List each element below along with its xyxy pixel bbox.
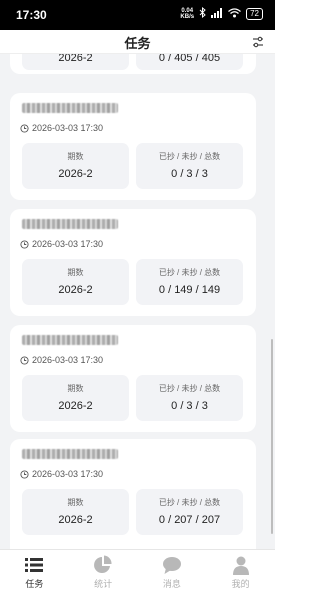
filter-sliders-icon[interactable]	[251, 35, 265, 49]
period-label: 期数	[67, 384, 84, 393]
page-title: 任务	[124, 36, 151, 51]
net-speed-unit: KB/s	[180, 13, 195, 20]
count-label: 已抄 / 未抄 / 总数	[158, 498, 221, 507]
task-card[interactable]: 2026-03-03 17:30 期数 2026-2 已抄 / 未抄 / 总数 …	[10, 439, 256, 549]
signal-icon	[211, 7, 223, 20]
status-bar: 17:30 0.04 KB/s 72	[0, 0, 275, 30]
tab-label: 我的	[231, 579, 250, 589]
card-title-blurred	[22, 449, 118, 459]
card-date-text: 2026-03-03 17:30	[32, 239, 104, 249]
count-label: 已抄 / 未抄 / 总数	[158, 268, 221, 277]
count-box: 已抄 / 未抄 / 总数 0 / 3 / 3	[136, 375, 243, 421]
count-value: 0 / 3 / 3	[171, 168, 208, 180]
period-box: 期数 2026-2	[22, 259, 129, 305]
bluetooth-icon	[199, 6, 206, 20]
count-label: 已抄 / 未抄 / 总数	[158, 384, 221, 393]
task-card[interactable]: 2026-03-03 17:30 期数 2026-2 已抄 / 未抄 / 总数 …	[10, 209, 256, 316]
card-title-blurred	[22, 103, 118, 113]
period-value: 2026-2	[58, 284, 93, 296]
battery-icon: 72	[246, 7, 263, 20]
net-speed-value: 0.04	[181, 7, 194, 14]
count-value: 0 / 405 / 405	[158, 54, 221, 64]
clock-icon	[20, 469, 29, 479]
card-date-text: 2026-03-03 17:30	[32, 123, 104, 133]
task-list[interactable]: 2026-2 0 / 405 / 405 2026-03-03 17:30 期数…	[0, 54, 275, 549]
task-card[interactable]: 2026-03-03 17:30 期数 2026-2 已抄 / 未抄 / 总数 …	[10, 93, 256, 200]
period-label: 期数	[67, 498, 84, 507]
count-box: 已抄 / 未抄 / 总数 0 / 3 / 3	[136, 143, 243, 189]
chat-bubble-icon	[162, 557, 181, 574]
count-box: 0 / 405 / 405	[136, 54, 243, 70]
period-label: 期数	[67, 268, 84, 277]
tab-profile[interactable]: 我的	[206, 550, 275, 595]
card-date: 2026-03-03 17:30	[20, 239, 103, 249]
user-icon	[232, 556, 249, 575]
count-value: 0 / 149 / 149	[158, 284, 221, 296]
net-speed: 0.04 KB/s	[180, 8, 194, 20]
status-icons: 0.04 KB/s 72	[180, 6, 263, 20]
count-label: 已抄 / 未抄 / 总数	[158, 152, 221, 161]
clock-icon	[20, 355, 29, 365]
bottom-tab-bar: 任务 统计 消息 我的	[0, 549, 275, 595]
period-box: 期数 2026-2	[22, 489, 129, 535]
period-value: 2026-2	[58, 400, 93, 412]
status-time: 17:30	[16, 8, 47, 22]
card-date: 2026-03-03 17:30	[20, 355, 103, 365]
pie-chart-icon	[94, 555, 112, 573]
period-box: 期数 2026-2	[22, 375, 129, 421]
period-box: 2026-2	[22, 54, 129, 70]
count-value: 0 / 207 / 207	[158, 514, 221, 526]
tab-task[interactable]: 任务	[0, 550, 69, 595]
tab-label: 统计	[94, 579, 113, 589]
tab-label: 消息	[162, 579, 181, 589]
clock-icon	[20, 239, 29, 249]
card-date-text: 2026-03-03 17:30	[32, 469, 104, 479]
period-label: 期数	[67, 152, 84, 161]
tab-statistics[interactable]: 统计	[69, 550, 138, 595]
tab-label: 任务	[25, 579, 44, 589]
period-value: 2026-2	[58, 514, 93, 526]
list-icon	[25, 558, 44, 572]
clock-icon	[20, 123, 29, 133]
header: 任务	[0, 30, 275, 54]
card-date: 2026-03-03 17:30	[20, 123, 103, 133]
card-date-text: 2026-03-03 17:30	[32, 355, 104, 365]
card-title-blurred	[22, 219, 118, 229]
count-box: 已抄 / 未抄 / 总数 0 / 207 / 207	[136, 489, 243, 535]
task-card[interactable]: 2026-03-03 17:30 期数 2026-2 已抄 / 未抄 / 总数 …	[10, 325, 256, 432]
tab-messages[interactable]: 消息	[138, 550, 207, 595]
period-value: 2026-2	[58, 54, 93, 64]
period-box: 期数 2026-2	[22, 143, 129, 189]
wifi-icon	[228, 7, 242, 20]
count-value: 0 / 3 / 3	[171, 400, 208, 412]
card-date: 2026-03-03 17:30	[20, 469, 103, 479]
period-value: 2026-2	[58, 168, 93, 180]
task-card-partial[interactable]: 2026-2 0 / 405 / 405	[10, 54, 256, 74]
count-box: 已抄 / 未抄 / 总数 0 / 149 / 149	[136, 259, 243, 305]
card-title-blurred	[22, 335, 118, 345]
scrollbar[interactable]	[271, 339, 273, 534]
